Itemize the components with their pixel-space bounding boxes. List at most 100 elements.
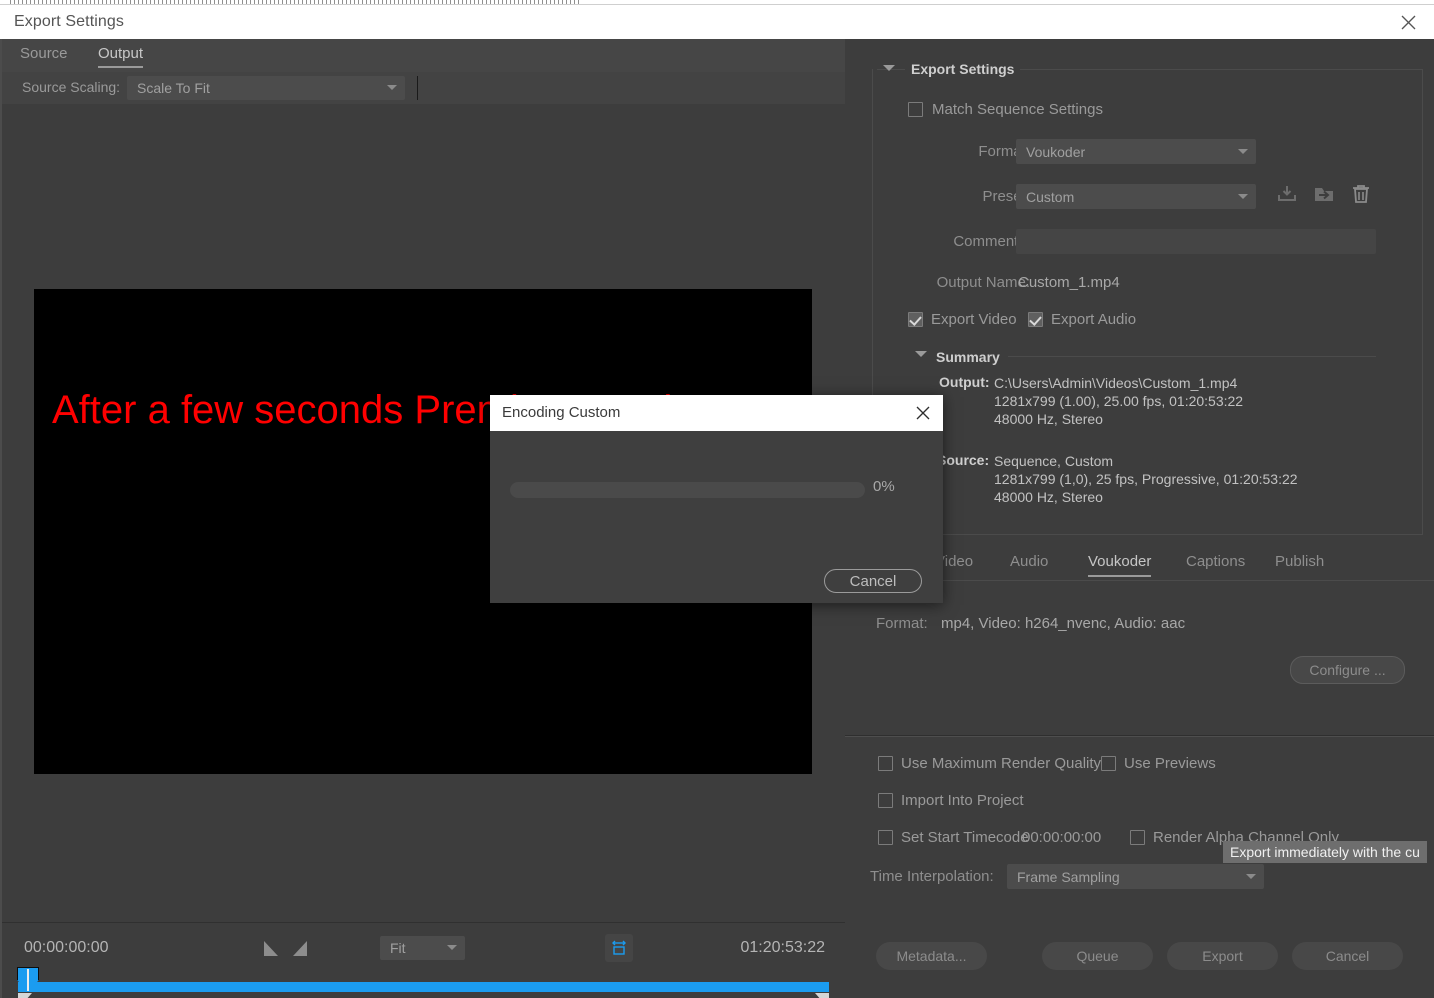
chevron-down-icon [1238,149,1247,155]
summary-source-line-0: Sequence, Custom [994,452,1298,470]
use-previews-row[interactable]: Use Previews [1101,755,1216,772]
use-max-render-quality-row[interactable]: Use Maximum Render Quality [878,755,1101,772]
export-video-row[interactable]: Export Video [908,311,1017,328]
time-interpolation-dropdown[interactable]: Frame Sampling [1007,864,1264,889]
tab-captions[interactable]: Captions [1186,553,1245,575]
fit-to-frame-icon[interactable] [605,934,633,962]
mark-in-icon[interactable] [264,941,278,956]
text-caret [417,76,418,100]
footer-button-bar: Metadata... Queue Export Cancel [845,928,1434,998]
summary-output-line-2: 48000 Hz, Stereo [994,410,1243,428]
export-settings-group-title: Export Settings [905,61,1020,77]
preset-dropdown[interactable]: Custom [1016,184,1256,209]
match-sequence-checkbox[interactable] [908,102,923,117]
tab-source[interactable]: Source [20,45,68,66]
cancel-button[interactable]: Cancel [1292,942,1403,970]
transport-bar: 00:00:00:00 01:20:53:22 Fit [2,922,845,998]
source-scaling-value: Scale To Fit [137,80,210,96]
set-start-timecode-label: Set Start Timecode [901,829,1029,846]
import-preset-glyph [1312,182,1336,206]
use-previews-checkbox[interactable] [1101,756,1116,771]
chevron-down-icon [1238,194,1247,200]
output-name-value[interactable]: Custom_1.mp4 [1018,274,1120,291]
chevron-down-icon [1246,874,1255,880]
save-preset-glyph [1275,182,1299,206]
tab-publish[interactable]: Publish [1275,553,1324,575]
voukoder-format-value: mp4, Video: h264_nvenc, Audio: aac [941,615,1185,632]
work-area-bar[interactable] [18,982,829,992]
export-button[interactable]: Export [1167,942,1278,970]
modal-title: Encoding Custom [502,404,620,421]
zoom-level-value: Fit [390,940,406,956]
chevron-down-icon [447,945,456,951]
source-scaling-dropdown[interactable]: Scale To Fit [127,76,405,100]
duration-timecode[interactable]: 01:20:53:22 [740,939,825,957]
close-glyph [915,405,931,421]
summary-source-line-1: 1281x799 (1,0), 25 fps, Progressive, 01:… [994,470,1298,488]
delete-preset-icon[interactable] [1349,182,1373,211]
trash-glyph [1349,182,1373,206]
metadata-button[interactable]: Metadata... [876,942,987,970]
chevron-down-icon [387,85,396,91]
close-icon[interactable] [909,399,937,427]
summary-source-lines: Sequence, Custom 1281x799 (1,0), 25 fps,… [994,452,1298,506]
render-alpha-only-checkbox[interactable] [1130,830,1145,845]
match-sequence-settings-row[interactable]: Match Sequence Settings [908,101,1103,118]
set-start-timecode-row[interactable]: Set Start Timecode [878,829,1029,846]
tab-audio[interactable]: Audio [1010,553,1048,575]
use-previews-label: Use Previews [1124,755,1216,772]
summary-source-label: Source: [937,452,989,468]
playhead-handle[interactable] [17,967,39,993]
tab-output[interactable]: Output [98,45,143,68]
import-into-project-label: Import Into Project [901,792,1024,809]
set-start-timecode-checkbox[interactable] [878,830,893,845]
export-audio-checkbox[interactable] [1028,312,1043,327]
preset-actions [1275,182,1385,210]
close-icon[interactable] [1382,5,1434,39]
ruler-ticks [10,0,580,4]
import-into-project-checkbox[interactable] [878,793,893,808]
time-interpolation-label: Time Interpolation: [870,868,994,885]
summary-output-line-1: 1281x799 (1.00), 25.00 fps, 01:20:53:22 [994,392,1243,410]
in-point-handle[interactable] [18,993,32,998]
comments-label: Comments: [925,233,1030,250]
out-point-handle[interactable] [815,993,829,998]
export-settings-window: Export Settings Source Output Source Sca… [0,0,1434,998]
configure-button[interactable]: Configure ... [1290,656,1405,684]
import-into-project-row[interactable]: Import Into Project [878,792,1024,809]
chevron-down-icon[interactable] [883,65,895,73]
import-preset-icon[interactable] [1312,182,1336,211]
use-max-render-quality-checkbox[interactable] [878,756,893,771]
format-value: Voukoder [1026,144,1085,160]
save-preset-icon[interactable] [1275,182,1299,211]
format-dropdown[interactable]: Voukoder [1016,139,1256,164]
summary-output-label: Output: [939,374,990,390]
summary-chevron-down-icon[interactable] [915,351,929,360]
encoding-progress-percent: 0% [873,478,895,495]
start-timecode-value[interactable]: 00:00:00:00 [1022,829,1101,846]
source-scaling-bar: Source Scaling: Scale To Fit [2,72,845,104]
match-sequence-label: Match Sequence Settings [932,101,1103,118]
preset-value: Custom [1026,189,1074,205]
summary-source-line-2: 48000 Hz, Stereo [994,488,1298,506]
zoom-level-dropdown[interactable]: Fit [380,936,465,960]
summary-output-lines: C:\Users\Admin\Videos\Custom_1.mp4 1281x… [994,374,1243,428]
export-video-checkbox[interactable] [908,312,923,327]
modal-cancel-button[interactable]: Cancel [824,569,922,593]
summary-output-line-0: C:\Users\Admin\Videos\Custom_1.mp4 [994,374,1243,392]
window-titlebar: Export Settings [0,5,1434,39]
modal-titlebar: Encoding Custom [490,395,943,431]
playhead-line [27,969,29,991]
window-title: Export Settings [14,13,124,31]
export-audio-label: Export Audio [1051,311,1136,328]
comments-input[interactable] [1016,229,1376,254]
export-audio-row[interactable]: Export Audio [1028,311,1136,328]
encoding-progress-dialog: Encoding Custom 0% Cancel [490,395,943,603]
queue-button[interactable]: Queue [1042,942,1153,970]
mark-out-icon[interactable] [293,941,307,956]
output-name-label: Output Name: [885,274,1030,291]
preview-tabstrip: Source Output [2,39,845,72]
current-timecode[interactable]: 00:00:00:00 [24,939,109,957]
timeline-ruler[interactable] [10,971,837,998]
tab-voukoder[interactable]: Voukoder [1088,553,1151,577]
